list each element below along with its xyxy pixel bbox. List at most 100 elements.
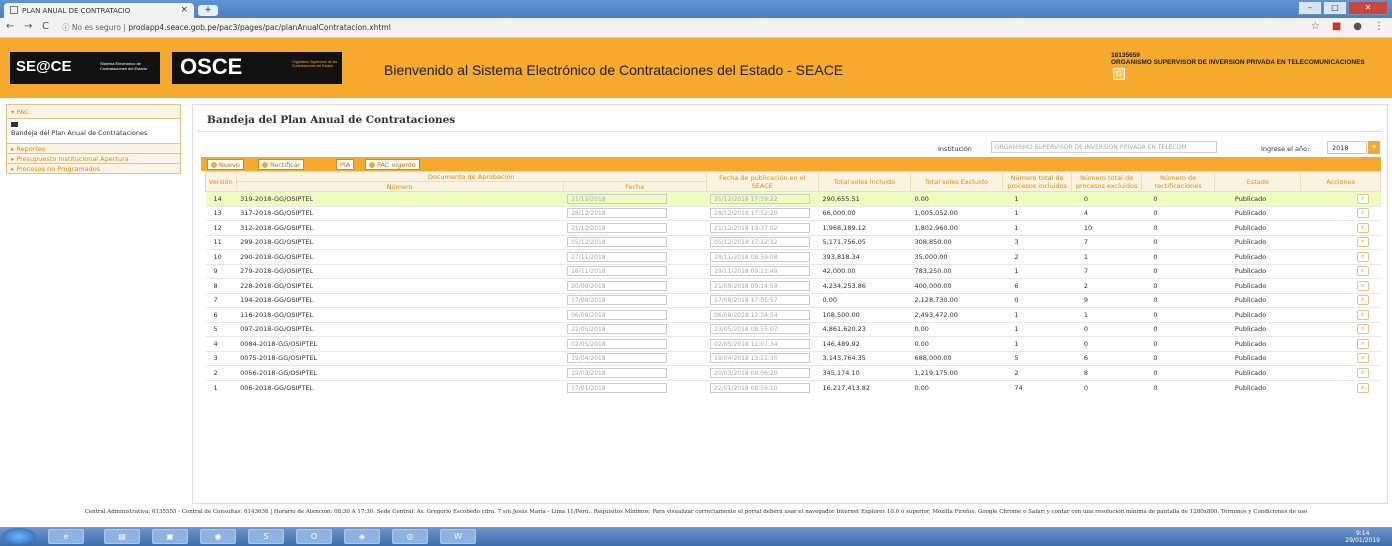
close-window-button[interactable]: ✕ bbox=[1348, 1, 1388, 15]
view-action-icon[interactable]: ⌕ bbox=[1356, 208, 1369, 219]
total-incluido-cell: 3,143,764.35 bbox=[818, 350, 911, 366]
table-row[interactable]: 11 299-2018-GG/OSIPTEL 05/12/2018 05/12/201… bbox=[205, 234, 1381, 250]
ie-icon[interactable]: e bbox=[48, 529, 84, 544]
table-row[interactable]: 9 279-2018-GG/OSIPTEL 16/11/2018 19/11/2018… bbox=[205, 263, 1381, 279]
forward-icon[interactable]: → bbox=[24, 21, 32, 32]
total-incluido-cell: 4,861,620.23 bbox=[818, 321, 911, 337]
app-icon[interactable]: ◎ bbox=[392, 529, 428, 544]
extension-icon[interactable]: ■ bbox=[1332, 21, 1341, 32]
table-row[interactable]: 13 317-2018-GG/OSIPTEL 28/12/2018 28/12/201… bbox=[205, 205, 1381, 221]
account-icon[interactable]: ● bbox=[1353, 21, 1362, 32]
acciones-cell: ⌕ bbox=[1300, 205, 1381, 221]
view-action-icon[interactable]: ⌕ bbox=[1356, 382, 1369, 393]
view-action-icon[interactable]: ⌕ bbox=[1356, 222, 1369, 233]
logout-power-icon[interactable]: ⏻ bbox=[1113, 68, 1125, 80]
table-row[interactable]: 4 0084-2018-GG/OSIPTEL 02/05/2018 02/05/201… bbox=[205, 336, 1381, 351]
pac-vigente-button[interactable]: PAC vigente bbox=[365, 159, 420, 170]
numero-cell: 299-2018-GG/OSIPTEL bbox=[236, 234, 564, 250]
taskbar-clock[interactable]: 9:14 29/01/2019 bbox=[1345, 530, 1380, 544]
bookmark-star-icon[interactable]: ☆ bbox=[1311, 21, 1320, 32]
explorer-icon[interactable]: ▤ bbox=[104, 529, 140, 544]
num-rect-cell: 0 bbox=[1141, 365, 1215, 380]
table-row[interactable]: 3 0075-2018-GG/OSIPTEL 19/04/2018 19/04/201… bbox=[205, 350, 1381, 366]
total-incluido-cell: 0.00 bbox=[818, 292, 911, 308]
rectificar-button[interactable]: Rectificar bbox=[258, 159, 305, 170]
sidebar-item-presupuesto[interactable]: ▸ Presupuesto Institucional Apertura bbox=[7, 153, 180, 163]
total-excluido-cell: 0.00 bbox=[910, 379, 1003, 395]
clock-time: 9:14 bbox=[1355, 530, 1370, 537]
start-button[interactable] bbox=[2, 528, 36, 545]
acciones-cell: ⌕ bbox=[1300, 350, 1381, 366]
browser-tab[interactable]: PLAN ANUAL DE CONTRATACIO × bbox=[4, 3, 194, 18]
pia-button[interactable]: PIA bbox=[336, 159, 355, 170]
view-action-icon[interactable]: ⌕ bbox=[1356, 324, 1369, 335]
sidebar-item-bandeja[interactable]: Bandeja del Plan Anual de Contrataciones bbox=[7, 119, 180, 143]
estado-cell: Publicado bbox=[1214, 220, 1301, 235]
num-rect-cell: 0 bbox=[1141, 278, 1215, 293]
num-excluidos-cell: 0 bbox=[1071, 379, 1142, 395]
media-icon[interactable]: ▣ bbox=[152, 529, 188, 544]
total-excluido-cell: 35,000.00 bbox=[910, 249, 1003, 264]
view-action-icon[interactable]: ⌕ bbox=[1356, 295, 1369, 306]
table-row[interactable]: 10 290-2018-GG/OSIPTEL 27/11/2018 28/11/201… bbox=[205, 249, 1381, 264]
table-row[interactable]: 12 312-2018-GG/OSIPTEL 21/12/2018 21/12/201… bbox=[205, 220, 1381, 235]
view-action-icon[interactable]: ⌕ bbox=[1356, 338, 1369, 349]
menu-icon[interactable]: ⋮ bbox=[1374, 21, 1384, 32]
estado-cell: Publicado bbox=[1214, 278, 1301, 293]
estado-cell: Publicado bbox=[1214, 191, 1301, 206]
table-row[interactable]: 7 194-2018-GG/OSIPTEL 17/08/2018 17/08/2018… bbox=[205, 292, 1381, 308]
fecha-cell: 28/12/2018 bbox=[563, 205, 707, 221]
back-icon[interactable]: ← bbox=[6, 21, 14, 32]
close-tab-icon[interactable]: × bbox=[180, 5, 188, 15]
view-action-icon[interactable]: ⌕ bbox=[1356, 266, 1369, 277]
view-action-icon[interactable]: ⌕ bbox=[1356, 237, 1369, 248]
year-select[interactable]: 2018 bbox=[1327, 141, 1367, 154]
sidebar-pac-header[interactable]: ▾ PAC bbox=[7, 105, 180, 119]
fecha-cell: 27/11/2018 bbox=[563, 249, 707, 264]
view-action-icon[interactable]: ⌕ bbox=[1356, 193, 1369, 204]
total-excluido-cell: 1,005,052.00 bbox=[910, 205, 1003, 221]
chevron-down-icon[interactable]: ▾ bbox=[1368, 141, 1380, 154]
fecha-field: 16/11/2018 bbox=[567, 266, 668, 277]
table-row[interactable]: 14 319-2018-GG/OSIPTEL 31/12/2018 31/12/201… bbox=[205, 191, 1381, 206]
sidebar-item-procesos[interactable]: ▸ Procesos no Programados bbox=[7, 163, 180, 173]
minimize-button[interactable]: – bbox=[1298, 1, 1322, 15]
acciones-cell: ⌕ bbox=[1300, 336, 1381, 351]
osce-logo: OSCE Organismo Supervisor de las Contrat… bbox=[172, 52, 342, 84]
paint-icon[interactable]: ◈ bbox=[344, 529, 380, 544]
sidebar-item-reportes[interactable]: ▸ Reportes bbox=[7, 143, 180, 153]
view-action-icon[interactable]: ⌕ bbox=[1356, 251, 1369, 262]
table-row[interactable]: 2 0056-2018-GG/OSIPTEL 19/03/2018 20/03/201… bbox=[205, 365, 1381, 380]
view-action-icon[interactable]: ⌕ bbox=[1356, 353, 1369, 364]
info-icon[interactable]: ⓘ bbox=[62, 23, 72, 32]
table-row[interactable]: 1 006-2018-GG/OSIPTEL 17/01/2018 22/01/2018… bbox=[205, 379, 1381, 395]
acciones-cell: ⌕ bbox=[1300, 321, 1381, 337]
word-icon[interactable]: W bbox=[440, 529, 476, 544]
version-cell: 11 bbox=[205, 234, 237, 250]
total-excluido-cell: 400,000.00 bbox=[910, 278, 1003, 293]
maximize-button[interactable]: □ bbox=[1323, 1, 1347, 15]
fecha-pub-cell: 02/05/2018 12:07:34 bbox=[706, 336, 819, 351]
estado-cell: Publicado bbox=[1214, 336, 1301, 351]
new-tab-button[interactable]: + bbox=[198, 5, 218, 16]
rectificar-label: Rectificar bbox=[270, 161, 301, 169]
site-header: SE@CE Sistema Electrónico de Contratacio… bbox=[0, 38, 1392, 98]
table-row[interactable]: 8 228-2018-GG/OSIPTEL 20/09/2018 21/09/2018… bbox=[205, 278, 1381, 293]
table-row[interactable]: 5 097-2018-GG/OSIPTEL 22/05/2018 23/05/2018… bbox=[205, 321, 1381, 337]
taskbar: e ▤ ▣ ◉ S O ◈ ◎ W 9:14 29/01/2019 bbox=[0, 527, 1392, 546]
reload-icon[interactable]: C bbox=[42, 21, 49, 32]
outlook-icon[interactable]: O bbox=[296, 529, 332, 544]
view-action-icon[interactable]: ⌕ bbox=[1356, 367, 1369, 378]
chrome-icon[interactable]: ◉ bbox=[200, 529, 236, 544]
nuevo-button[interactable]: Nuevo bbox=[207, 159, 244, 170]
num-incluidos-cell: 1 bbox=[1002, 220, 1072, 235]
view-action-icon[interactable]: ⌕ bbox=[1356, 280, 1369, 291]
skype-icon[interactable]: S bbox=[248, 529, 284, 544]
fecha-pub-cell: 05/12/2018 17:12:32 bbox=[706, 234, 819, 250]
url-field[interactable]: ⓘ No es seguro | prodapp4.seace.gob.pe/p… bbox=[62, 20, 1262, 36]
numero-cell: 317-2018-GG/OSIPTEL bbox=[236, 205, 564, 221]
institucion-field[interactable]: ORGANISMO SUPERVISOR DE INVERSION PRIVAD… bbox=[991, 141, 1217, 153]
table-row[interactable]: 6 116-2018-GG/OSIPTEL 06/08/2018 06/08/2018… bbox=[205, 307, 1381, 322]
total-excluido-cell: 2,493,472.00 bbox=[910, 307, 1003, 322]
view-action-icon[interactable]: ⌕ bbox=[1356, 309, 1369, 320]
